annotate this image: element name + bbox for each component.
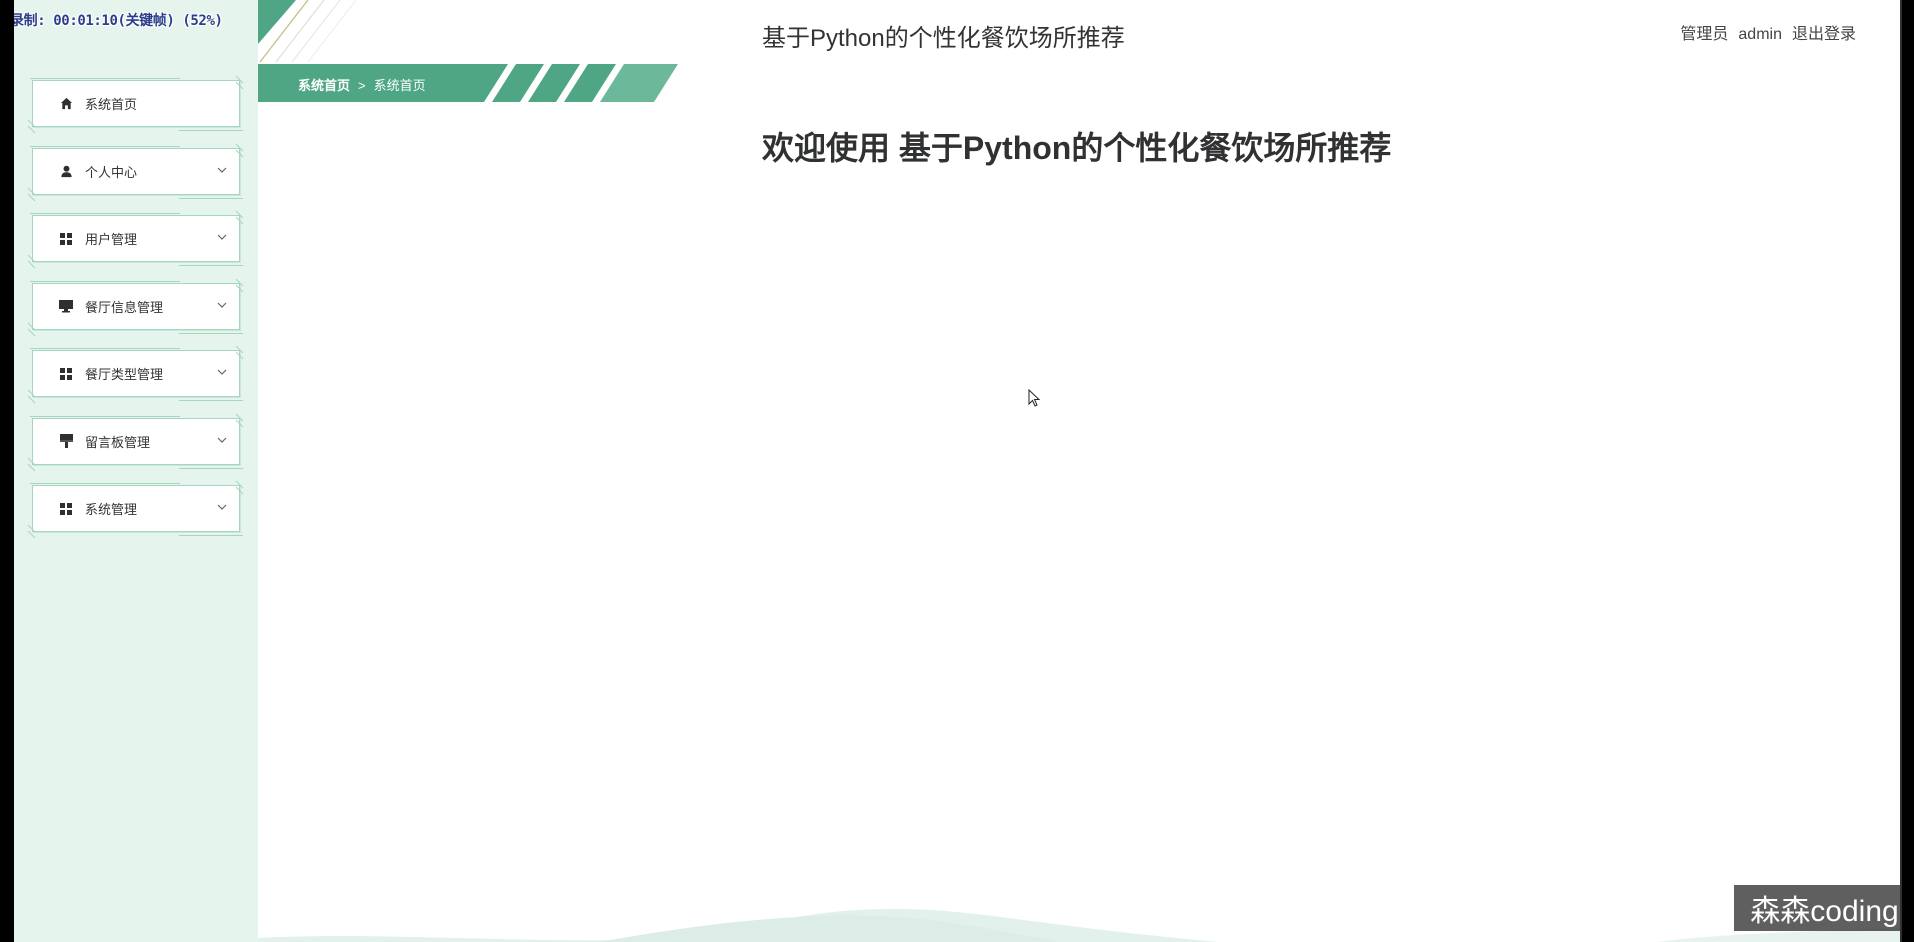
sidebar-item-restaurant-info[interactable]: 餐厅信息管理 [27,278,244,336]
main-content: 基于Python的个性化餐饮场所推荐 管理员 admin 退出登录 系统首页 > 系统首… [258,0,1900,942]
sidebar-item-label: 系统管理 [85,502,138,517]
home-icon [59,97,73,111]
brush-icon [59,434,73,448]
chevron-down-icon [217,234,227,240]
grid-icon [59,502,73,516]
chevron-down-icon [217,167,227,173]
footer-wave-decoration [258,908,1900,942]
monitor-icon [59,299,73,313]
sidebar-menu: 系统首页 个人中心 用户管理 餐厅信息管理 餐厅类型管理 留言板管理 系统管理 [27,75,244,553]
welcome-heading: 欢迎使用 基于Python的个性化餐饮场所推荐 [762,130,1392,166]
corner-decoration [27,187,36,201]
corner-decoration [235,143,244,157]
breadcrumb: 系统首页 > 系统首页 [298,75,426,94]
sidebar-item-label: 系统首页 [85,97,138,112]
corner-decoration [235,413,244,427]
corner-decoration [27,254,36,269]
grid-icon [59,232,73,246]
chevron-down-icon [217,369,227,375]
header-decoration [258,0,357,63]
mouse-cursor-icon [1028,389,1041,407]
chevron-down-icon [217,437,227,443]
sidebar-item-label: 餐厅类型管理 [85,367,164,382]
app-window: 录制: 00:01:10(关键帧) (52%) 系统首页 个人中心 用户管理 餐… [14,0,1900,942]
sidebar-item-home[interactable]: 系统首页 [27,75,244,134]
sidebar-item-label: 留言板管理 [85,434,151,450]
chevron-down-icon [217,504,227,510]
corner-decoration [235,480,244,495]
sidebar-item-restaurant-type[interactable]: 餐厅类型管理 [27,345,244,404]
sidebar: 录制: 00:01:10(关键帧) (52%) 系统首页 个人中心 用户管理 餐… [14,0,258,942]
sidebar-item-label: 餐厅信息管理 [85,299,164,315]
corner-decoration [27,524,36,539]
sidebar-item-system-management[interactable]: 系统管理 [27,480,244,539]
corner-decoration [27,389,36,404]
breadcrumb-home[interactable]: 系统首页 [298,78,350,93]
chevron-down-icon [217,302,227,308]
corner-decoration [235,345,244,360]
sidebar-item-user-management[interactable]: 用户管理 [27,210,244,269]
user-icon [59,164,73,178]
sidebar-item-label: 用户管理 [85,232,138,247]
sidebar-item-message-board[interactable]: 留言板管理 [27,413,244,471]
user-role: 管理员 [1680,26,1729,43]
corner-decoration [235,210,244,225]
corner-decoration [27,457,36,471]
user-name: admin [1738,26,1782,43]
corner-decoration [27,119,36,134]
breadcrumb-separator: > [358,78,366,93]
watermark: 森森coding [1734,885,1900,931]
breadcrumb-current: 系统首页 [373,78,426,93]
corner-decoration [27,322,36,336]
corner-decoration [235,75,244,90]
recording-indicator: 录制: 00:01:10(关键帧) (52%) [14,13,223,29]
corner-decoration [235,278,244,292]
sidebar-item-personal-center[interactable]: 个人中心 [27,143,244,201]
sidebar-item-label: 个人中心 [85,164,138,180]
logout-link[interactable]: 退出登录 [1792,26,1856,43]
user-area: 管理员 admin 退出登录 [1680,20,1856,44]
grid-icon [59,367,73,381]
app-title: 基于Python的个性化餐饮场所推荐 [762,25,1125,52]
